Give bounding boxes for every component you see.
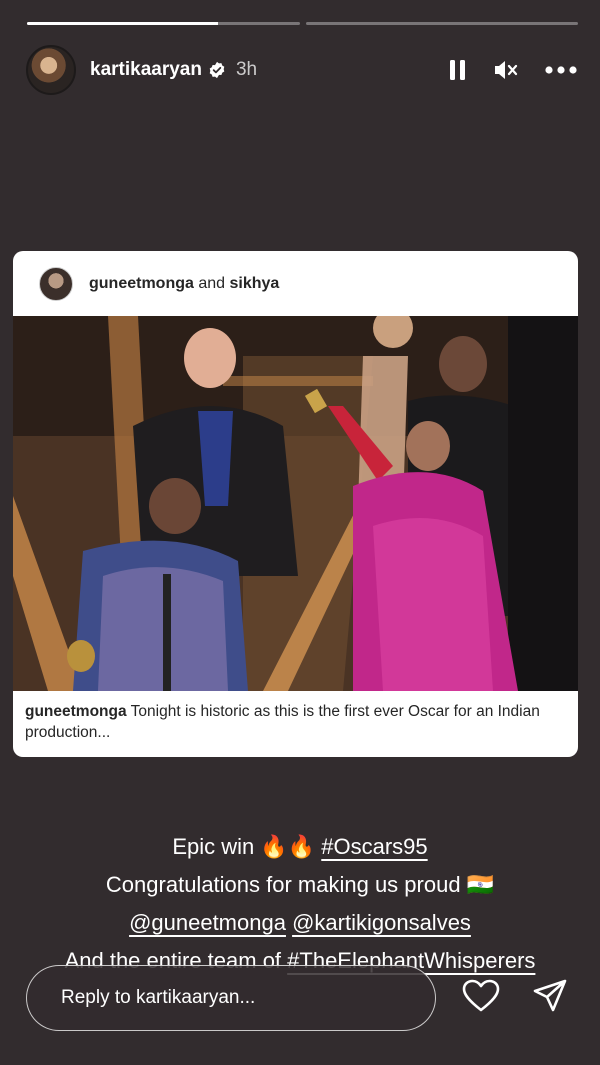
author-primary[interactable]: guneetmonga — [89, 275, 194, 292]
send-icon[interactable] — [532, 978, 568, 1019]
shared-post-authors[interactable]: guneetmonga and sikhya — [89, 275, 279, 293]
shared-post-avatar[interactable] — [39, 266, 73, 301]
post-time: 3h — [235, 59, 258, 80]
author-connector: and — [193, 274, 230, 292]
story-line-1-text: Epic win 🔥🔥 — [172, 834, 322, 859]
shared-post-photo[interactable] — [13, 316, 578, 691]
more-icon[interactable] — [544, 65, 578, 75]
author-secondary[interactable]: sikhya — [229, 275, 279, 292]
progress-segment-1 — [27, 22, 300, 25]
caption-username[interactable]: guneetmonga — [25, 703, 127, 720]
story-line-3: @guneetmonga @kartikigonsalves — [0, 904, 600, 942]
mention-kartikigonsalves[interactable]: @kartikigonsalves — [292, 910, 471, 935]
verified-badge-icon — [209, 61, 225, 79]
reply-placeholder: Reply to kartikaaryan... — [61, 987, 256, 1008]
progress-segment-2 — [305, 22, 578, 25]
pause-icon[interactable] — [448, 58, 468, 82]
story-text-overlay: Epic win 🔥🔥 #Oscars95 Congratulations fo… — [0, 828, 600, 980]
shared-post-caption: guneetmonga Tonight is historic as this … — [13, 691, 578, 743]
username[interactable]: kartikaaryan — [90, 59, 202, 81]
shared-post-header: guneetmonga and sikhya — [13, 251, 578, 316]
story-header: kartikaaryan 3h — [26, 44, 578, 96]
avatar[interactable] — [26, 45, 76, 95]
story-actions — [462, 978, 568, 1019]
shared-post-card[interactable]: guneetmonga and sikhya guneetmonga Tonig… — [13, 251, 578, 757]
hashtag-oscars95[interactable]: #Oscars95 — [321, 834, 427, 859]
mute-icon[interactable] — [492, 58, 520, 82]
mention-guneetmonga[interactable]: @guneetmonga — [129, 910, 286, 935]
story-line-2: Congratulations for making us proud 🇮🇳 — [105, 872, 495, 897]
story-line-1: Epic win 🔥🔥 #Oscars95 — [0, 828, 600, 866]
oscar-stage-illustration — [13, 316, 578, 691]
reply-input[interactable]: Reply to kartikaaryan... — [26, 965, 436, 1031]
story-progress — [27, 22, 578, 26]
like-heart-icon[interactable] — [462, 979, 500, 1018]
